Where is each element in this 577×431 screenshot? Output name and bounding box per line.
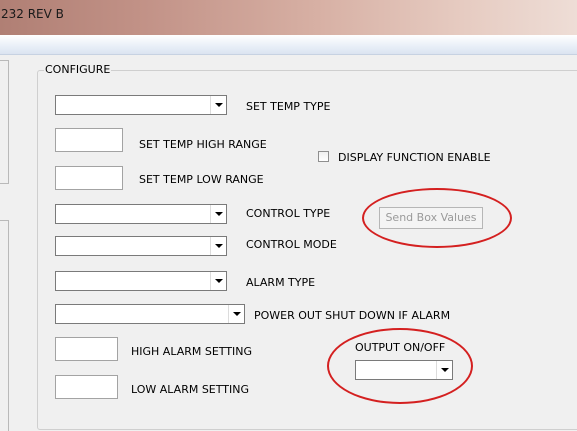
- control-type-label: CONTROL TYPE: [246, 207, 331, 220]
- set-temp-low-range-input[interactable]: [55, 166, 123, 190]
- set-temp-type-select[interactable]: [55, 95, 227, 115]
- left-panel-edge-lower: [0, 220, 9, 431]
- window-title: 232 REV B: [1, 7, 64, 21]
- power-out-shut-down-select[interactable]: [55, 304, 245, 324]
- display-function-enable-label: DISPLAY FUNCTION ENABLE: [338, 151, 491, 164]
- chevron-down-icon[interactable]: [210, 96, 226, 114]
- chevron-down-icon[interactable]: [228, 305, 244, 323]
- power-out-shut-down-label: POWER OUT SHUT DOWN IF ALARM: [254, 309, 451, 322]
- set-temp-type-label: SET TEMP TYPE: [246, 100, 331, 113]
- low-alarm-setting-input[interactable]: [55, 375, 118, 399]
- menu-bar: [0, 35, 577, 55]
- high-alarm-setting-label: HIGH ALARM SETTING: [131, 345, 253, 358]
- output-on-off-highlight-circle: [327, 328, 473, 404]
- left-panel-edge: [0, 60, 9, 184]
- control-mode-select[interactable]: [55, 236, 227, 256]
- set-temp-low-range-label: SET TEMP LOW RANGE: [139, 173, 264, 186]
- high-alarm-setting-input[interactable]: [55, 337, 118, 361]
- send-box-values-highlight-circle: [362, 188, 512, 248]
- control-mode-label: CONTROL MODE: [246, 238, 337, 251]
- configure-legend: CONFIGURE: [44, 63, 112, 76]
- set-temp-high-range-input[interactable]: [55, 128, 123, 152]
- set-temp-high-range-label: SET TEMP HIGH RANGE: [139, 138, 267, 151]
- control-type-select[interactable]: [55, 204, 227, 224]
- chevron-down-icon[interactable]: [210, 237, 226, 255]
- chevron-down-icon[interactable]: [210, 272, 226, 290]
- alarm-type-label: ALARM TYPE: [246, 276, 316, 289]
- chevron-down-icon[interactable]: [210, 205, 226, 223]
- alarm-type-select[interactable]: [55, 271, 227, 291]
- title-bar: 232 REV B: [0, 0, 577, 35]
- display-function-enable-checkbox[interactable]: [318, 151, 329, 162]
- low-alarm-setting-label: LOW ALARM SETTING: [131, 383, 250, 396]
